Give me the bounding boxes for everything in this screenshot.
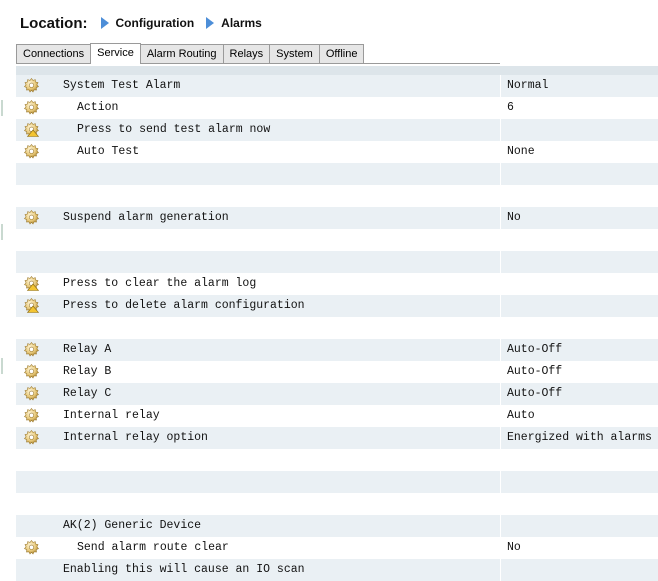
row-label: Relay C <box>63 387 112 400</box>
row-value: Auto <box>507 409 535 422</box>
gear-icon[interactable] <box>24 144 39 159</box>
row-label: Action <box>77 101 119 114</box>
table-row <box>16 317 658 339</box>
row-value: Auto-Off <box>507 343 563 356</box>
gear-icon[interactable] <box>24 342 39 357</box>
table-row[interactable]: System Test Alarm Normal <box>16 75 658 97</box>
breadcrumb-alarms[interactable]: Alarms <box>221 16 262 30</box>
table-row[interactable]: Suspend alarm generation No <box>16 207 658 229</box>
gear-warning-icon[interactable] <box>24 276 39 291</box>
tab-system[interactable]: System <box>269 44 320 64</box>
table-row: AK(2) Generic Device <box>16 515 658 537</box>
row-value: Auto-Off <box>507 365 563 378</box>
table-row[interactable]: Press to delete alarm configuration <box>16 295 658 317</box>
gear-icon[interactable] <box>24 100 39 115</box>
gear-icon[interactable] <box>24 386 39 401</box>
table-row: Enabling this will cause an IO scan <box>16 559 658 581</box>
table-row[interactable]: Relay A Auto-Off <box>16 339 658 361</box>
table-row <box>16 163 658 185</box>
row-value: 6 <box>507 101 514 114</box>
row-label: Press to clear the alarm log <box>63 277 257 290</box>
breadcrumb-configuration[interactable]: Configuration <box>116 16 195 30</box>
breadcrumb: Location: Configuration Alarms <box>20 12 271 34</box>
table-row <box>16 251 658 273</box>
row-label: System Test Alarm <box>63 79 181 92</box>
row-value: No <box>507 211 521 224</box>
table-row[interactable]: Auto Test None <box>16 141 658 163</box>
gear-icon[interactable] <box>24 78 39 93</box>
row-label: Suspend alarm generation <box>63 211 229 224</box>
table-row[interactable]: Press to clear the alarm log <box>16 273 658 295</box>
tab-bar: Connections Service Alarm Routing Relays… <box>16 43 365 64</box>
table-header-band <box>16 66 658 75</box>
gear-warning-icon[interactable] <box>24 122 39 137</box>
tab-service[interactable]: Service <box>90 43 141 64</box>
row-value: Normal <box>507 79 549 92</box>
row-value: Auto-Off <box>507 387 563 400</box>
table-row[interactable]: Relay C Auto-Off <box>16 383 658 405</box>
row-value: None <box>507 145 535 158</box>
gear-icon[interactable] <box>24 540 39 555</box>
row-label: Relay B <box>63 365 112 378</box>
row-label: Press to send test alarm now <box>77 123 271 136</box>
table-row <box>16 493 658 515</box>
table-row <box>16 185 658 207</box>
settings-table: System Test Alarm Normal Action 6 Press … <box>16 66 658 581</box>
row-note: Enabling this will cause an IO scan <box>63 563 305 576</box>
gear-icon[interactable] <box>24 430 39 445</box>
row-label: Auto Test <box>77 145 140 158</box>
gear-icon[interactable] <box>24 364 39 379</box>
table-row[interactable]: Action 6 <box>16 97 658 119</box>
location-label: Location: <box>20 14 88 32</box>
tab-offline[interactable]: Offline <box>318 44 365 64</box>
tab-alarm-routing[interactable]: Alarm Routing <box>139 44 224 64</box>
table-row[interactable]: Press to send test alarm now <box>16 119 658 141</box>
table-row <box>16 471 658 493</box>
table-row[interactable]: Internal relay Auto <box>16 405 658 427</box>
row-value: No <box>507 541 521 554</box>
row-label: Internal relay option <box>63 431 208 444</box>
device-group-label: AK(2) Generic Device <box>63 519 202 532</box>
row-label: Relay A <box>63 343 112 356</box>
table-row[interactable]: Send alarm route clear No <box>16 537 658 559</box>
gear-warning-icon[interactable] <box>24 298 39 313</box>
breadcrumb-arrow-icon <box>206 17 215 29</box>
table-row[interactable]: Relay B Auto-Off <box>16 361 658 383</box>
row-label: Internal relay <box>63 409 160 422</box>
table-row[interactable]: Internal relay option Energized with ala… <box>16 427 658 449</box>
row-value: Energized with alarms <box>507 431 652 444</box>
tab-connections[interactable]: Connections <box>16 44 92 64</box>
left-edge-bar <box>0 0 5 569</box>
table-row <box>16 449 658 471</box>
tab-relays[interactable]: Relays <box>222 44 271 64</box>
gear-icon[interactable] <box>24 210 39 225</box>
table-row <box>16 229 658 251</box>
gear-icon[interactable] <box>24 408 39 423</box>
tab-divider <box>16 63 500 64</box>
breadcrumb-arrow-icon <box>100 17 109 29</box>
row-label: Press to delete alarm configuration <box>63 299 305 312</box>
row-label: Send alarm route clear <box>77 541 229 554</box>
